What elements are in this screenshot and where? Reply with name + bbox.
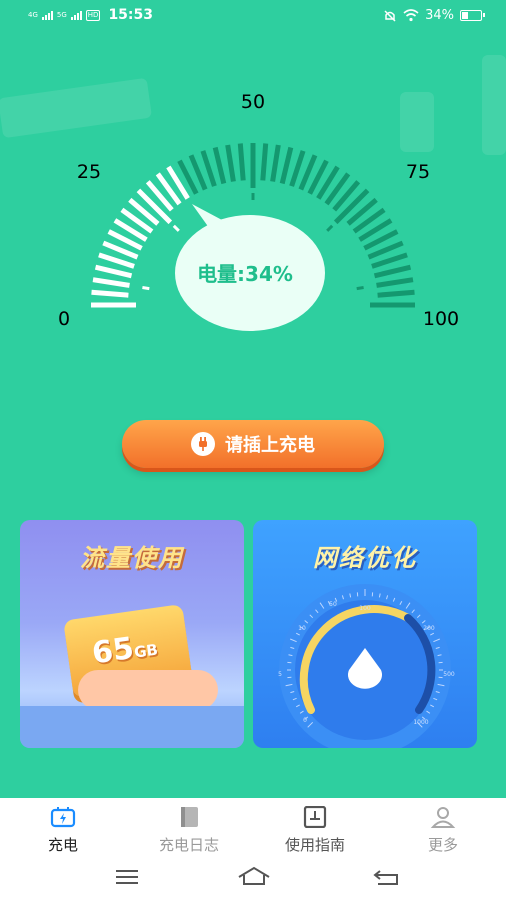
bottom-navigation: 充电 充电日志 使用指南 更多 (0, 798, 506, 860)
clock: 15:53 (108, 7, 154, 23)
gauge-tick (289, 150, 306, 187)
speed-label-10: 10 (298, 625, 306, 632)
nav-label-more: 更多 (427, 836, 458, 854)
card-ground-decoration (20, 706, 244, 748)
gauge-tick (225, 144, 236, 182)
gauge-label-0: 0 (58, 308, 70, 330)
speedometer-icon: 0 5 10 50 100 200 500 1000 (278, 584, 455, 748)
charge-button-label: 请插上充电 (225, 435, 315, 456)
hd-badge: HD (85, 9, 101, 21)
gauge-label-25: 25 (77, 161, 101, 183)
gauge-tick (91, 289, 129, 298)
plug-icon (191, 432, 215, 456)
home-icon[interactable] (237, 866, 271, 886)
guide-icon (302, 805, 328, 829)
charge-icon (50, 806, 76, 828)
nav-tab-more[interactable]: 更多 (380, 806, 506, 855)
gauge-tick (270, 144, 281, 182)
signal-icon-2 (70, 10, 82, 20)
menu-icon[interactable] (114, 868, 140, 886)
signal-icon (41, 10, 53, 20)
gauge-minor-mark (172, 224, 180, 232)
network-4g-label: 4G (28, 10, 38, 19)
status-right: 34% (383, 8, 485, 23)
network-optimize-card[interactable]: 网络优化 0 5 10 50 100 200 500 1000 (253, 520, 477, 748)
speed-label-0: 0 (303, 717, 307, 724)
gauge-label-50: 50 (241, 91, 265, 113)
ticket-unit: GB (133, 640, 160, 662)
speed-label-100: 100 (359, 605, 371, 612)
ticket-number: 65 (89, 630, 137, 672)
back-icon[interactable] (372, 868, 400, 886)
hand-illustration (78, 670, 218, 710)
status-left: 4G 5G HD 15:53 (28, 7, 153, 23)
gauge-tick (377, 289, 415, 298)
nav-label-guide: 使用指南 (284, 836, 345, 854)
battery-gauge: 0 25 50 75 100 电量:34% (58, 91, 459, 331)
gauge-minor-mark (142, 286, 150, 291)
nav-tab-guide[interactable]: 使用指南 (252, 805, 378, 855)
speed-label-5: 5 (278, 671, 282, 678)
nav-label-charge-log: 充电日志 (158, 836, 219, 854)
log-book-icon (176, 806, 202, 828)
nav-tab-charge[interactable]: 充电 (0, 806, 126, 855)
wifi-icon (403, 9, 419, 22)
mute-icon (384, 9, 396, 22)
nav-tab-charge-log[interactable]: 充电日志 (126, 806, 252, 855)
speed-label-50: 50 (329, 601, 337, 608)
gauge-tick (200, 150, 217, 187)
gauge-tick (212, 146, 227, 185)
gauge-tick (94, 264, 133, 279)
battery-bubble: 电量:34% (175, 204, 325, 331)
gauge-tick (373, 264, 412, 279)
battery-icon (460, 10, 485, 21)
gauge-tick (237, 143, 246, 181)
gauge-tick (371, 252, 408, 269)
network-5g-label: 5G (56, 10, 67, 19)
plug-in-charger-button[interactable]: 请插上充电 (122, 420, 384, 468)
gauge-tick (92, 277, 130, 288)
battery-percent: 34% (425, 8, 454, 23)
person-icon (430, 806, 456, 828)
speed-label-500: 500 (443, 671, 455, 678)
gauge-tick (98, 252, 135, 269)
data-usage-card[interactable]: 流量使用 65GB (20, 520, 244, 748)
nav-label-charge: 充电 (47, 836, 78, 854)
gauge-tick (279, 146, 294, 185)
battery-level-text: 电量:34% (197, 262, 293, 286)
speed-label-200: 200 (423, 625, 435, 632)
data-usage-title: 流量使用 (80, 544, 184, 572)
status-bar: 4G 5G HD 15:53 34% (0, 0, 506, 34)
network-optimize-title: 网络优化 (313, 544, 417, 572)
gauge-label-75: 75 (406, 161, 430, 183)
gauge-label-100: 100 (423, 308, 459, 330)
gauge-minor-mark (356, 286, 364, 291)
gauge-minor-mark (326, 224, 334, 232)
gauge-tick (260, 143, 269, 181)
system-navigation-bar (0, 860, 506, 900)
gauge-tick (376, 277, 414, 288)
speed-label-1000: 1000 (413, 719, 428, 726)
